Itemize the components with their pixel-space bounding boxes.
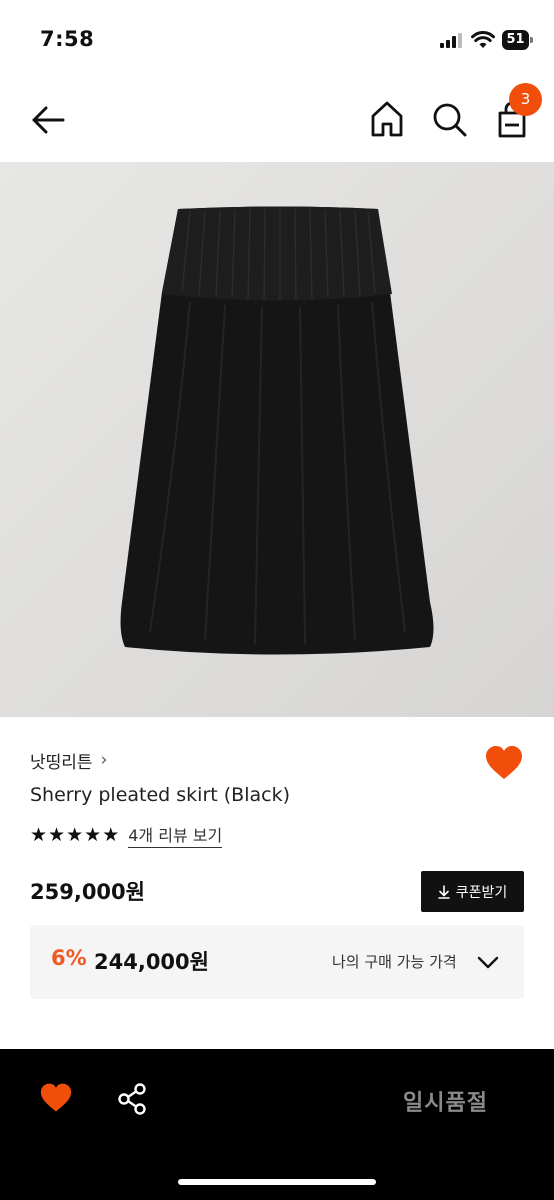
cart-count-badge: 3 <box>509 83 542 116</box>
discount-rate: 6% <box>51 946 87 970</box>
product-name: Sherry pleated skirt (Black) <box>30 784 290 806</box>
wifi-icon <box>471 31 495 48</box>
battery-level: 51 <box>502 30 529 50</box>
rating-row: ★ ★ ★ ★ ★ 4개 리뷰 보기 <box>30 822 223 848</box>
search-icon[interactable] <box>430 98 470 140</box>
rating-stars: ★ ★ ★ ★ ★ <box>30 824 119 846</box>
review-link[interactable]: 4개 리뷰 보기 <box>128 822 223 848</box>
star-icon: ★ <box>84 824 102 846</box>
nav-bar <box>0 80 554 162</box>
star-icon: ★ <box>66 824 84 846</box>
status-bar: 7:58 51 <box>0 0 554 80</box>
back-arrow-icon[interactable] <box>28 100 68 140</box>
coupon-button[interactable]: 쿠폰받기 <box>421 871 524 912</box>
bottom-action-bar: 일시품절 <box>0 1049 554 1200</box>
price: 259,000원 <box>30 880 145 904</box>
star-icon: ★ <box>48 824 66 846</box>
soldout-label: 일시품절 <box>403 1091 488 1116</box>
home-indicator <box>178 1179 376 1185</box>
heart-icon[interactable] <box>485 746 523 780</box>
star-icon: ★ <box>30 824 48 846</box>
battery-icon: 51 <box>502 30 534 50</box>
download-icon <box>437 884 450 899</box>
chevron-down-icon[interactable] <box>476 950 500 974</box>
member-price-box[interactable]: 6% 244,000원 나의 구매 가능 가격 <box>30 925 524 999</box>
coupon-label: 쿠폰받기 <box>455 884 508 901</box>
star-icon: ★ <box>102 824 120 846</box>
heart-icon[interactable] <box>40 1083 72 1113</box>
member-price: 244,000원 <box>94 950 209 974</box>
chevron-right-icon: › <box>100 750 108 770</box>
share-icon[interactable] <box>117 1083 147 1115</box>
skirt-photo <box>120 206 434 655</box>
brand-name: 낫띵리튼 <box>30 752 93 773</box>
member-price-label: 나의 구매 가능 가격 <box>332 953 457 971</box>
cellular-signal-icon <box>440 33 462 48</box>
brand-link[interactable]: 낫띵리튼 › <box>30 748 108 773</box>
status-time: 7:58 <box>40 27 95 51</box>
product-image[interactable] <box>0 162 554 717</box>
home-icon[interactable] <box>368 98 406 140</box>
